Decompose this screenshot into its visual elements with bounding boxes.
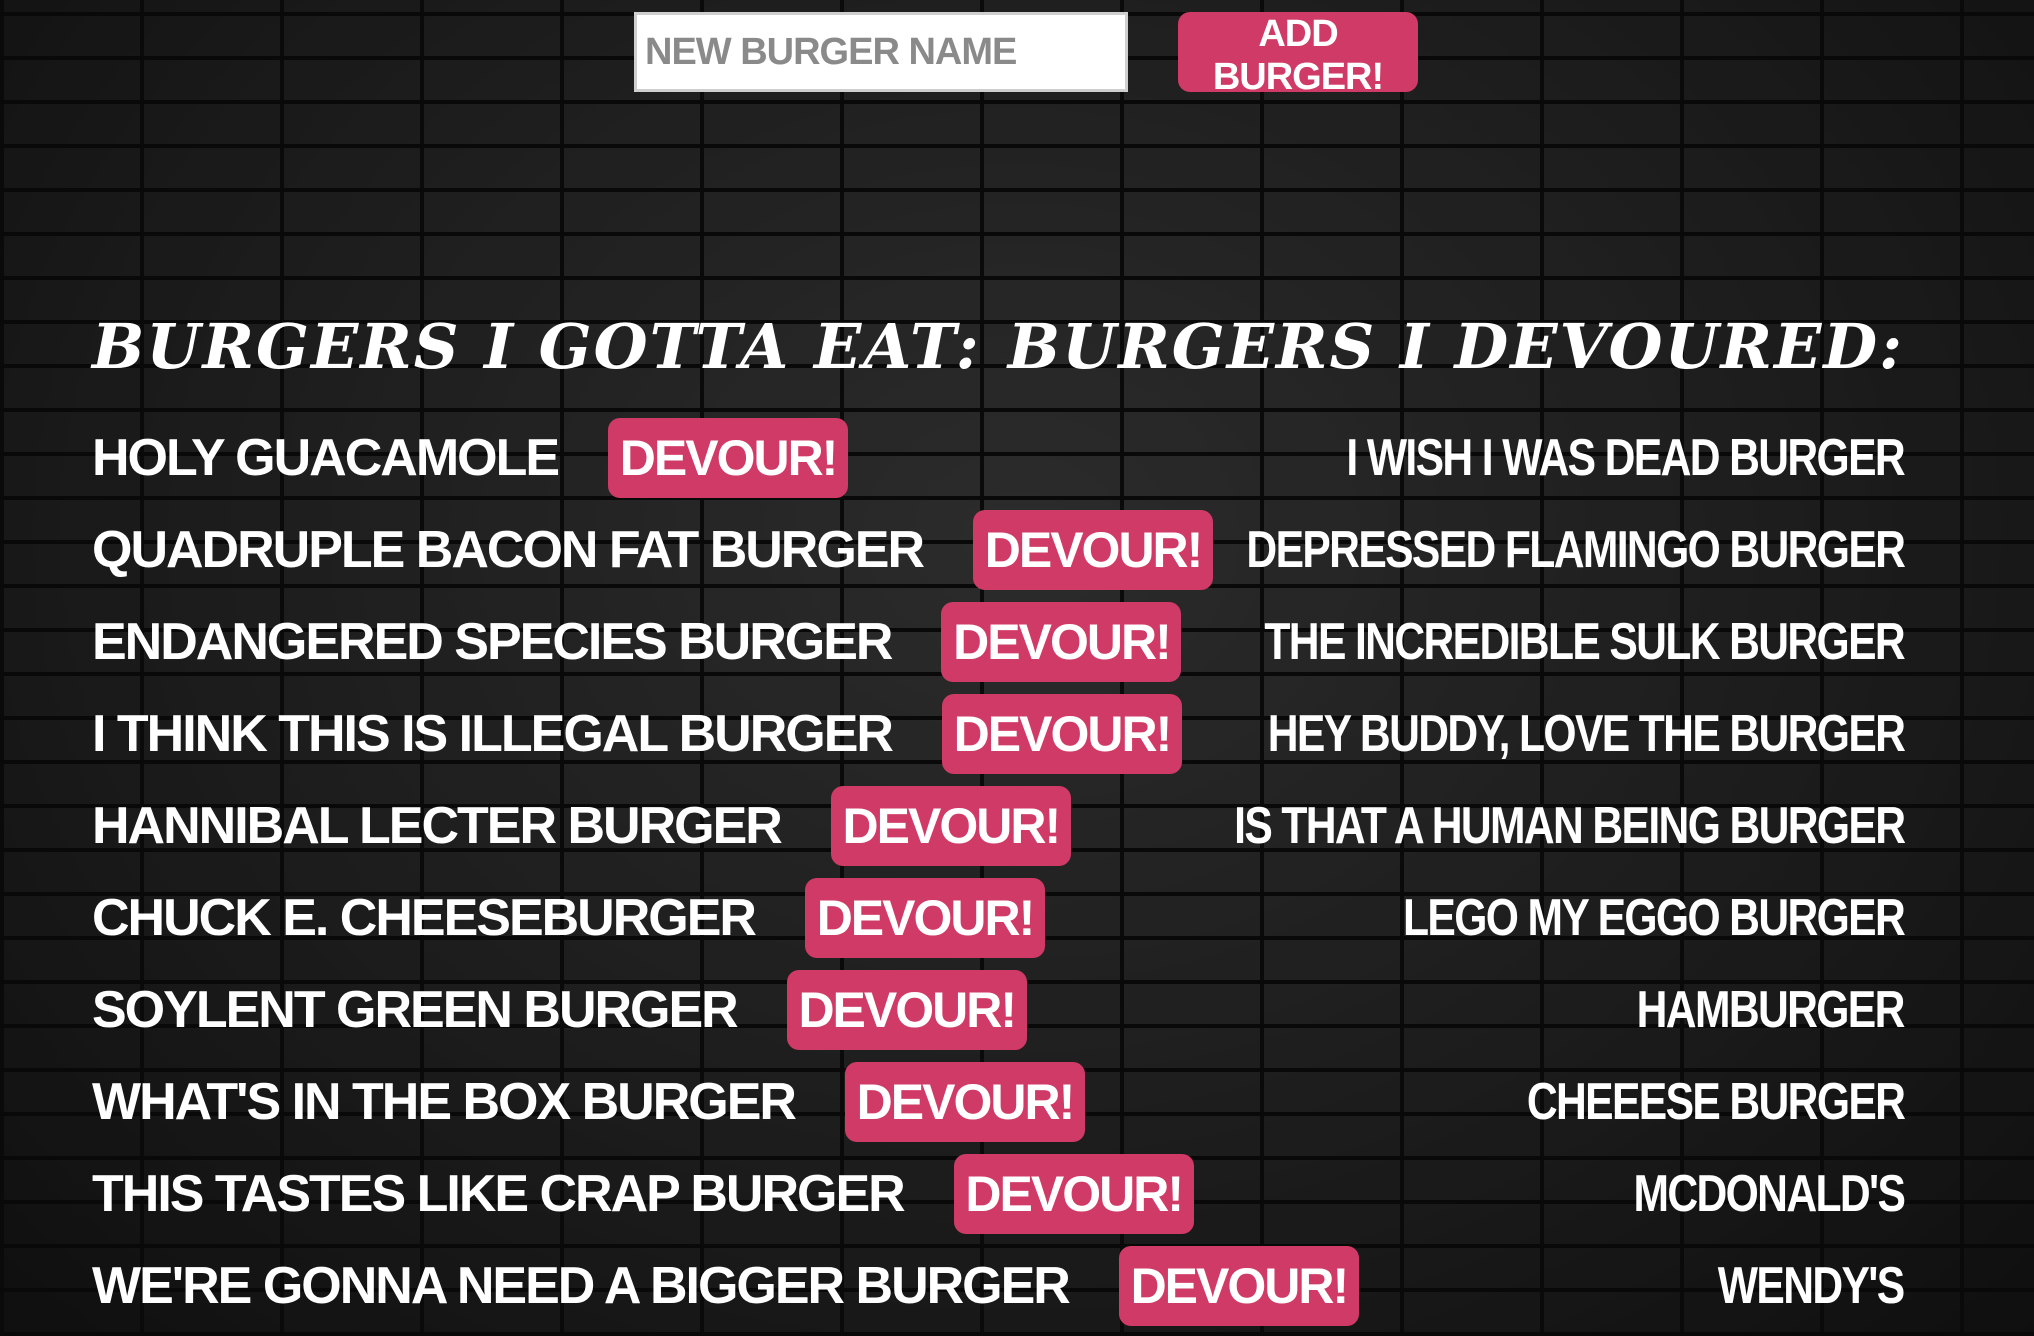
devour-button[interactable]: DEVOUR!	[844, 1062, 1085, 1142]
devoured-item: MCDONALD'S	[1087, 1148, 1906, 1240]
burger-name: DEPRESSED FLAMINGO BURGER	[1246, 521, 1906, 579]
burger-name: THE INCREDIBLE SULK BURGER	[1264, 613, 1905, 671]
burger-name: WENDY'S	[1718, 1257, 1905, 1315]
burger-name: SOYLENT GREEN BURGER	[92, 981, 739, 1039]
burger-name: LEGO MY EGGO BURGER	[1402, 889, 1906, 947]
burger-name: CHEEESE BURGER	[1526, 1073, 1906, 1131]
burger-name: HAMBURGER	[1636, 981, 1906, 1039]
burger-name: CHUCK E. CHEESEBURGER	[92, 889, 757, 947]
new-burger-name-input[interactable]	[634, 12, 1128, 92]
devoured-item: DEPRESSED FLAMINGO BURGER	[1087, 504, 1906, 596]
burger-name: WE'RE GONNA NEED A BIGGER BURGER	[92, 1257, 1071, 1315]
add-burger-form: ADD BURGER!	[634, 12, 1418, 98]
burger-name: HANNIBAL LECTER BURGER	[92, 797, 783, 855]
burger-name: I WISH I WAS DEAD BURGER	[1346, 429, 1905, 487]
devoured-item: THE INCREDIBLE SULK BURGER	[1087, 596, 1905, 688]
devoured-item: HAMBURGER	[1087, 964, 1906, 1056]
devoured-heading: BURGERS I DEVOURED:	[1007, 310, 1904, 383]
burger-name: I THINK THIS IS ILLEGAL BURGER	[92, 705, 894, 763]
burger-name: ENDANGERED SPECIES BURGER	[92, 613, 893, 671]
devour-button[interactable]: DEVOUR!	[608, 418, 849, 498]
to-eat-heading: BURGERS I GOTTA EAT:	[92, 310, 981, 383]
devour-button[interactable]: DEVOUR!	[804, 878, 1045, 958]
burger-name: IS THAT A HUMAN BEING BURGER	[1233, 797, 1906, 855]
devoured-item: LEGO MY EGGO BURGER	[1087, 872, 1906, 964]
burger-name: QUADRUPLE BACON FAT BURGER	[92, 521, 925, 579]
burger-name: WHAT'S IN THE BOX BURGER	[92, 1073, 797, 1131]
add-burger-button[interactable]: ADD BURGER!	[1178, 12, 1418, 98]
burger-name: HOLY GUACAMOLE	[92, 429, 560, 487]
devour-button[interactable]: DEVOUR!	[830, 786, 1071, 866]
devoured-item: WENDY'S	[1087, 1240, 1905, 1332]
burger-name: MCDONALD'S	[1633, 1165, 1906, 1223]
devoured-item: CHEEESE BURGER	[1087, 1056, 1906, 1148]
devoured-item: IS THAT A HUMAN BEING BURGER	[1087, 780, 1906, 872]
devour-button[interactable]: DEVOUR!	[786, 970, 1027, 1050]
burger-name: THIS TASTES LIKE CRAP BURGER	[92, 1165, 906, 1223]
devoured-item: I WISH I WAS DEAD BURGER	[1087, 412, 1905, 504]
devoured-list: I WISH I WAS DEAD BURGER DEPRESSED FLAMI…	[1087, 412, 1906, 1332]
burger-name: HEY BUDDY, LOVE THE BURGER	[1267, 705, 1905, 763]
devoured-item: HEY BUDDY, LOVE THE BURGER	[1087, 688, 1905, 780]
